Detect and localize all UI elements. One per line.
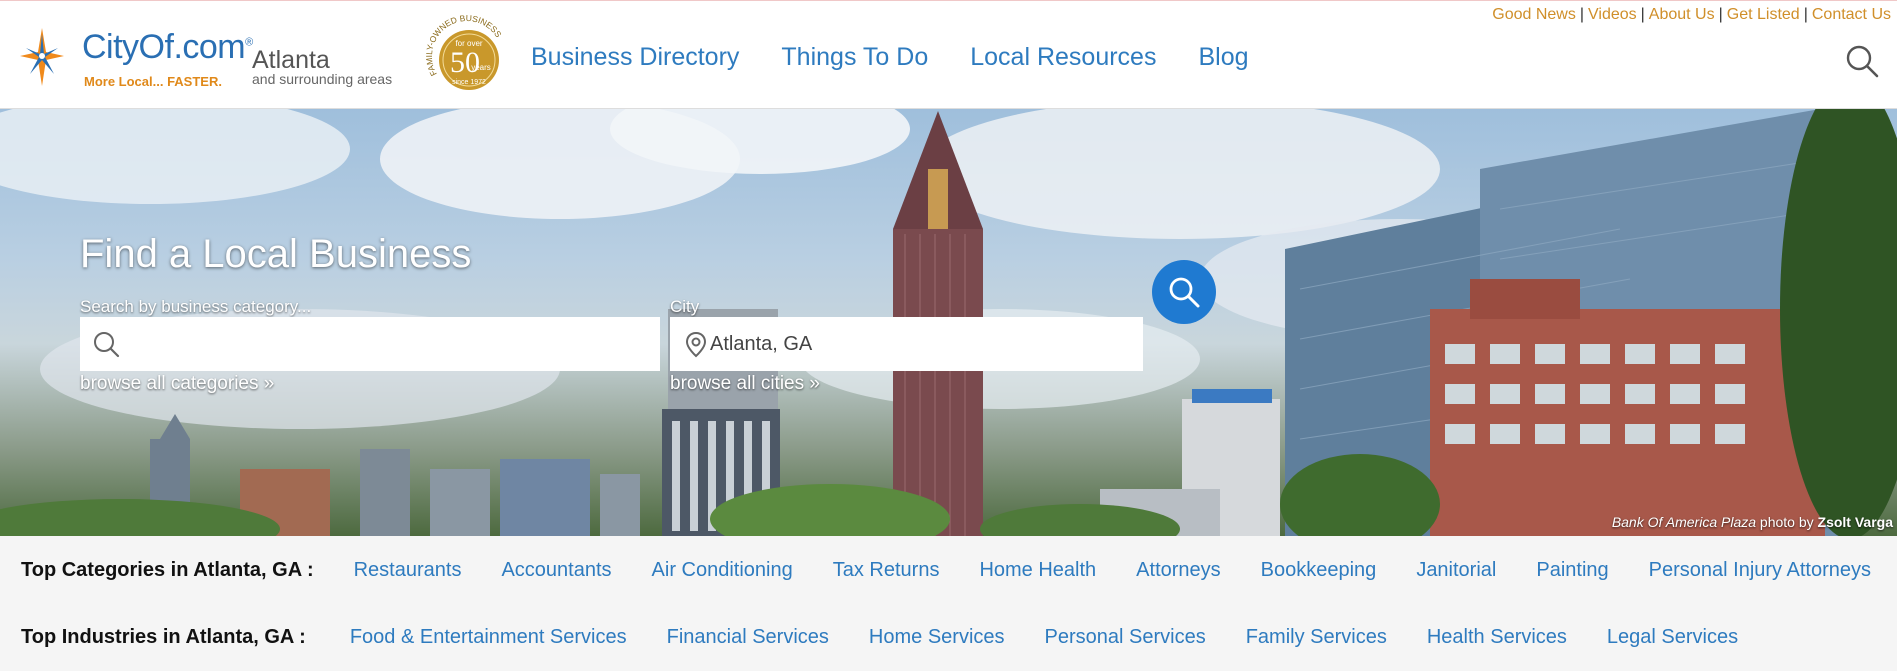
util-link-contact-us[interactable]: Contact Us [1812,6,1891,23]
photo-credit: Bank Of America Plaza photo by Zsolt Var… [1612,514,1893,530]
nav-business-directory[interactable]: Business Directory [531,43,739,72]
nav-blog[interactable]: Blog [1198,43,1248,72]
utility-links: Good News | Videos | About Us | Get Listed | Con… [1492,6,1891,24]
browse-all-categories-link[interactable]: browse all categories » [80,373,274,395]
location-pin-icon [685,331,707,358]
hero-title: Find a Local Business [80,232,472,276]
category-field-label: Search by business category... [80,297,312,316]
util-link-about-us[interactable]: About Us [1649,6,1715,23]
nav-local-resources[interactable]: Local Resources [970,43,1156,72]
industry-link-family[interactable]: Family Services [1246,626,1387,648]
svg-text:since 1972: since 1972 [452,79,486,86]
credit-place: Bank Of America Plaza [1611,514,1757,530]
util-link-good-news[interactable]: Good News [1492,6,1576,23]
city-search-input[interactable] [710,317,1125,371]
hero-banner: Find a Local Business Search by business… [0,109,1897,536]
top-industries-label: Top Industries in Atlanta, GA : [21,626,306,648]
category-link-air-conditioning[interactable]: Air Conditioning [652,559,793,581]
main-navigation: Business Directory Things To Do Local Re… [531,43,1291,72]
category-link-bookkeeping[interactable]: Bookkeeping [1261,559,1377,581]
search-icon[interactable] [1845,44,1879,78]
search-submit-button[interactable] [1152,260,1216,324]
category-link-home-health[interactable]: Home Health [979,559,1096,581]
site-header: Good News | Videos | About Us | Get Listed | Con… [0,0,1897,109]
separator: | [1803,6,1808,23]
category-link-tax-returns[interactable]: Tax Returns [833,559,940,581]
magnifier-icon [94,332,120,358]
logo-star-icon [20,28,64,86]
top-categories-label: Top Categories in Atlanta, GA : [21,558,314,581]
logo-tagline: More Local... FASTER. [84,74,222,89]
top-categories-row: Top Categories in Atlanta, GA : Restaura… [0,536,1897,604]
credit-author: Zsolt Varga [1817,514,1893,530]
separator: | [1718,6,1723,23]
browse-all-cities-link[interactable]: browse all cities » [670,373,820,395]
family-owned-badge: FAMILY-OWNED BUSINESS for over 50 years … [425,14,504,90]
industry-link-financial[interactable]: Financial Services [667,626,829,648]
category-link-attorneys[interactable]: Attorneys [1136,559,1220,581]
city-field-label: City [670,297,700,316]
category-link-janitorial[interactable]: Janitorial [1416,559,1496,581]
industry-link-home[interactable]: Home Services [869,626,1005,648]
industry-link-health[interactable]: Health Services [1427,626,1567,648]
site-logo[interactable]: CityOf.com® More Local... FASTER. [18,26,253,90]
svg-text:years: years [471,63,491,72]
top-categories-links: Restaurants Accountants Air Conditioning Ta… [334,559,1891,582]
top-industries-links: Food & Entertainment Services Financial S… [330,626,1758,649]
city-block: Atlanta and surrounding areas [252,46,393,87]
category-search-box [80,317,660,371]
category-search-input[interactable] [128,317,648,371]
separator: | [1640,6,1645,23]
top-industries-row: Top Industries in Atlanta, GA : Food & E… [0,604,1897,671]
search-icon [1169,277,1200,308]
util-link-videos[interactable]: Videos [1588,6,1637,23]
industry-link-food-entertainment[interactable]: Food & Entertainment Services [350,626,627,648]
city-search-box [670,317,1143,371]
separator: | [1579,6,1584,23]
city-name: Atlanta [252,46,330,74]
city-subtitle: and surrounding areas [252,71,393,87]
category-link-painting[interactable]: Painting [1536,559,1608,581]
industry-link-legal[interactable]: Legal Services [1607,626,1738,648]
category-link-personal-injury-attorneys[interactable]: Personal Injury Attorneys [1649,559,1871,581]
util-link-get-listed[interactable]: Get Listed [1727,6,1800,23]
nav-things-to-do[interactable]: Things To Do [781,43,928,72]
category-link-restaurants[interactable]: Restaurants [354,559,462,581]
category-link-accountants[interactable]: Accountants [501,559,611,581]
industry-link-personal[interactable]: Personal Services [1045,626,1206,648]
logo-name: CityOf.com® [82,28,253,66]
credit-middle: photo by [1759,514,1814,530]
